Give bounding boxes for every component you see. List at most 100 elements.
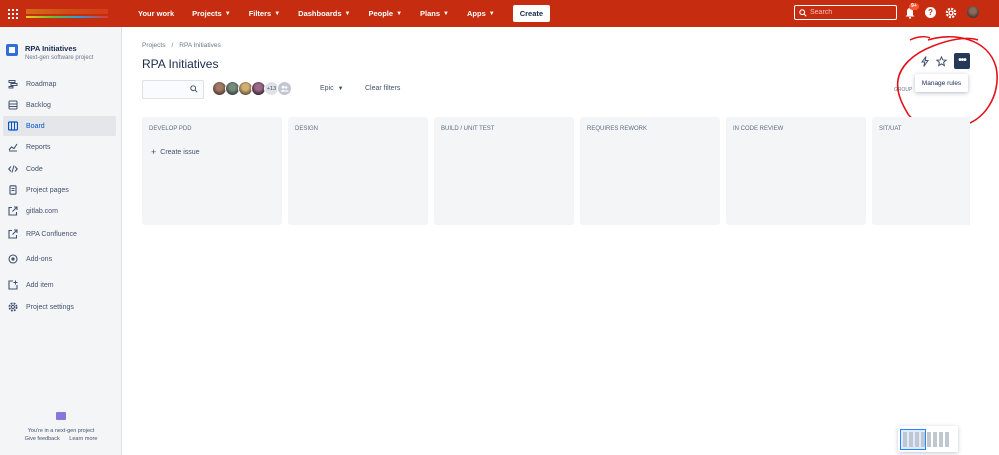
- assignee-avatars: +13: [212, 81, 292, 96]
- chevron-down-icon: ▼: [344, 10, 351, 17]
- search-icon: [799, 8, 807, 17]
- nav-your-work-label: Your work: [138, 9, 175, 18]
- give-feedback-link[interactable]: Give feedback: [25, 436, 60, 442]
- sidebar-item-label: Project pages: [26, 186, 69, 194]
- create-button[interactable]: Create: [512, 5, 551, 22]
- app-switcher-icon[interactable]: [8, 8, 18, 19]
- nav-people[interactable]: People ▼: [368, 9, 402, 18]
- sidebar-item-label: RPA Confluence: [26, 230, 77, 238]
- search-icon: [190, 85, 198, 93]
- manage-rules-menu-item[interactable]: Manage rules: [915, 74, 968, 92]
- column-title: IN CODE REVIEW: [733, 126, 784, 132]
- more-icon: •••: [958, 55, 966, 66]
- sidebar-item-label: gitlab.com: [26, 207, 58, 215]
- chevron-down-icon: ▼: [443, 10, 449, 17]
- nav-plans[interactable]: Plans ▼: [420, 9, 449, 18]
- sidebar-item-roadmap[interactable]: Roadmap: [3, 74, 116, 94]
- minimap-columns: [903, 432, 949, 447]
- breadcrumb-project[interactable]: RPA Initiatives: [179, 42, 220, 49]
- chevron-down-icon: ▼: [488, 10, 495, 17]
- help-icon[interactable]: ?: [925, 7, 936, 18]
- star-icon: [935, 55, 947, 67]
- nav-apps[interactable]: Apps ▼: [467, 9, 495, 18]
- learn-more-link[interactable]: Learn more: [69, 436, 97, 442]
- board-column: IN CODE REVIEW: [726, 117, 866, 225]
- sidebar-item-backlog[interactable]: Backlog: [3, 95, 116, 115]
- board-column: DEVELOP PDD + Create issue: [142, 117, 282, 225]
- automation-button[interactable]: [917, 53, 933, 69]
- project-name: RPA Initiatives: [25, 44, 77, 53]
- project-type: Next-gen software project: [25, 55, 94, 61]
- page-icon: [8, 185, 18, 195]
- board-icon: [7, 121, 19, 131]
- nav-dashboards[interactable]: Dashboards ▼: [298, 9, 350, 18]
- nav-people-label: People: [368, 9, 394, 18]
- sidebar-item-reports[interactable]: Reports: [3, 137, 116, 157]
- nav-plans-label: Plans: [420, 9, 441, 18]
- sidebar-item-project-settings[interactable]: Project settings: [3, 297, 116, 317]
- sidebar-item-label: Project settings: [26, 303, 74, 311]
- sidebar-item-add-item[interactable]: Add item: [3, 275, 116, 295]
- breadcrumb-projects[interactable]: Projects: [142, 42, 165, 49]
- column-title: DESIGN: [295, 126, 319, 132]
- nav-projects[interactable]: Projects ▼: [192, 9, 231, 18]
- epic-filter-label: Epic: [320, 85, 334, 92]
- external-link-icon: [8, 229, 18, 239]
- gear-icon: [8, 302, 18, 312]
- board-minimap[interactable]: [898, 426, 958, 452]
- sidebar-item-rpa-confluence[interactable]: RPA Confluence: [3, 224, 116, 244]
- create-issue-button[interactable]: + Create issue: [151, 148, 200, 157]
- global-search[interactable]: [794, 5, 897, 20]
- more-actions-button[interactable]: •••: [954, 53, 970, 69]
- sidebar-item-label: Add-ons: [26, 255, 53, 263]
- add-item-icon: [8, 280, 18, 290]
- sidebar-item-board[interactable]: Board: [3, 116, 116, 136]
- sidebar-item-add-ons[interactable]: Add-ons: [3, 249, 116, 269]
- chevron-down-icon: ▼: [396, 10, 403, 17]
- column-title: BUILD / UNIT TEST: [441, 126, 495, 132]
- gear-icon[interactable]: [945, 7, 957, 19]
- site-logo[interactable]: [26, 6, 108, 22]
- sidebar-item-code[interactable]: Code: [3, 159, 116, 179]
- chevron-down-icon: ▼: [337, 85, 344, 92]
- sidebar-item-project-pages[interactable]: Project pages: [3, 180, 116, 200]
- board-column: DESIGN: [288, 117, 428, 225]
- project-icon: [6, 44, 18, 56]
- sidebar-item-label: Add item: [26, 281, 54, 289]
- sidebar-item-label: Backlog: [26, 101, 51, 109]
- board-column: SIT/UAT: [872, 117, 970, 225]
- nav-dashboards-label: Dashboards: [298, 9, 342, 18]
- backlog-icon: [8, 100, 18, 110]
- search-input[interactable]: [810, 9, 890, 16]
- project-header[interactable]: RPA Initiatives Next-gen software projec…: [6, 44, 93, 61]
- people-avatar[interactable]: [277, 81, 292, 96]
- reports-icon: [8, 142, 18, 152]
- page-title: RPA Initiatives: [142, 57, 219, 71]
- nav-apps-label: Apps: [466, 9, 486, 18]
- group-by-label: GROUP: [894, 87, 913, 93]
- nav-your-work[interactable]: Your work: [138, 9, 174, 18]
- code-icon: [8, 164, 18, 174]
- create-issue-label: Create issue: [160, 149, 200, 156]
- nav-projects-label: Projects: [192, 9, 222, 18]
- board-search-input[interactable]: [142, 80, 204, 99]
- sidebar: RPA Initiatives Next-gen software projec…: [0, 27, 122, 455]
- star-button[interactable]: [933, 53, 949, 69]
- sidebar-item-gitlab[interactable]: gitlab.com: [3, 201, 116, 221]
- next-gen-icon: [56, 412, 66, 420]
- user-avatar[interactable]: [967, 6, 979, 18]
- next-gen-notice: You're in a next-gen project: [27, 428, 95, 434]
- breadcrumb: Projects / RPA Initiatives: [142, 42, 221, 49]
- chevron-down-icon: ▼: [224, 10, 231, 17]
- notification-badge: 9+: [909, 3, 919, 10]
- column-title: REQUIRES REWORK: [587, 126, 648, 132]
- column-title: SIT/UAT: [879, 126, 902, 132]
- next-gen-footer: You're in a next-gen project Give feedba…: [0, 412, 122, 442]
- external-link-icon: [8, 206, 18, 216]
- sidebar-item-label: Reports: [26, 143, 51, 151]
- nav-filters[interactable]: Filters ▼: [249, 9, 280, 18]
- nav-filters-label: Filters: [248, 9, 272, 18]
- people-icon: [280, 85, 289, 92]
- clear-filters-button[interactable]: Clear filters: [365, 85, 400, 92]
- epic-filter-dropdown[interactable]: Epic ▼: [320, 85, 344, 92]
